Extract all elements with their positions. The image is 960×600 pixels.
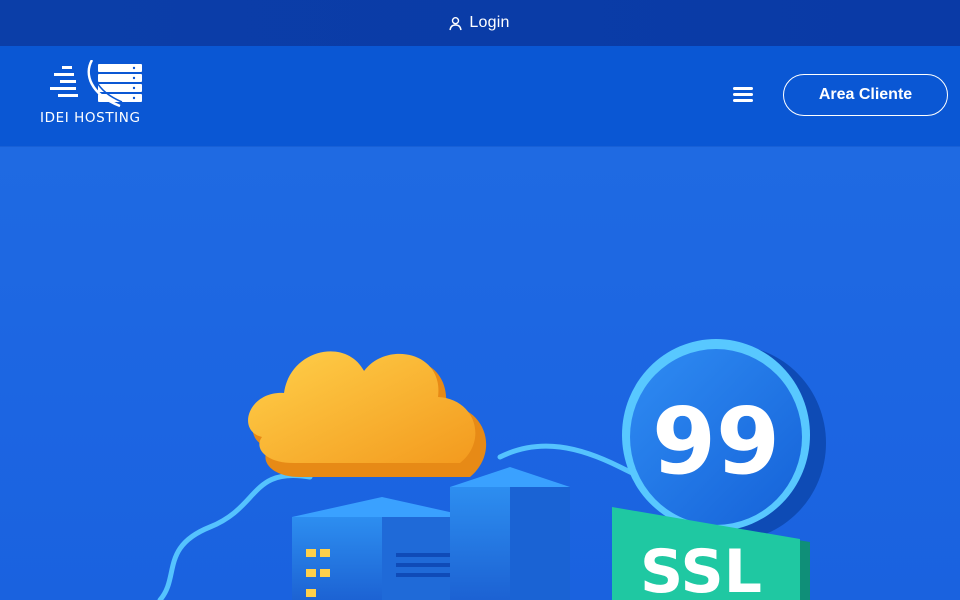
hero-section: 99 SSL [0,147,960,600]
logo[interactable]: IDEI HOSTING [40,59,164,130]
server-rack [450,467,570,600]
uptime-badge: 99 [622,339,826,541]
server-rack [292,497,472,600]
area-cliente-button[interactable]: Area Cliente [783,74,948,116]
cable-line [157,473,313,600]
logo-text: IDEI HOSTING [40,110,141,126]
login-link[interactable]: Login [448,14,509,32]
cloud-icon [248,351,487,477]
hosting-illustration: 99 SSL [157,339,826,600]
site-header: IDEI HOSTING Area Cliente [0,46,960,147]
server-logo-icon [50,59,142,108]
login-label: Login [469,14,510,31]
top-bar: Login [0,0,960,46]
user-icon [449,16,463,30]
hamburger-menu-icon[interactable] [730,84,756,106]
svg-text:99: 99 [652,388,780,495]
svg-text:SSL: SSL [640,537,762,600]
